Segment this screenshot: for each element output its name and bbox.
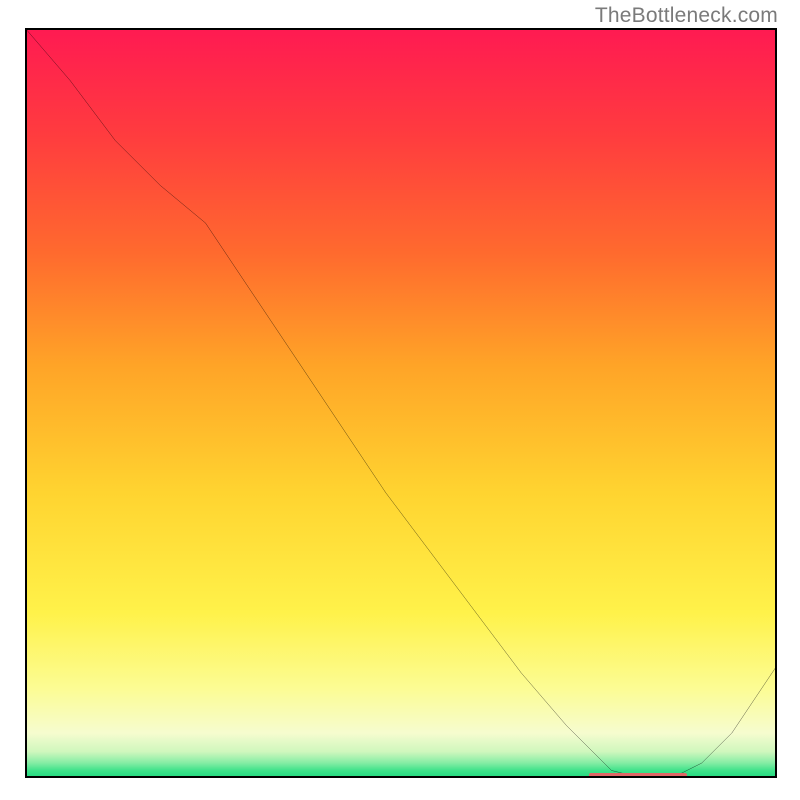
chart-container: TheBottleneck.com: [0, 0, 800, 800]
background-gradient: [25, 28, 777, 778]
plot-area: [25, 28, 777, 778]
ideal-range-marker: [589, 773, 687, 778]
watermark-text: TheBottleneck.com: [595, 4, 778, 28]
